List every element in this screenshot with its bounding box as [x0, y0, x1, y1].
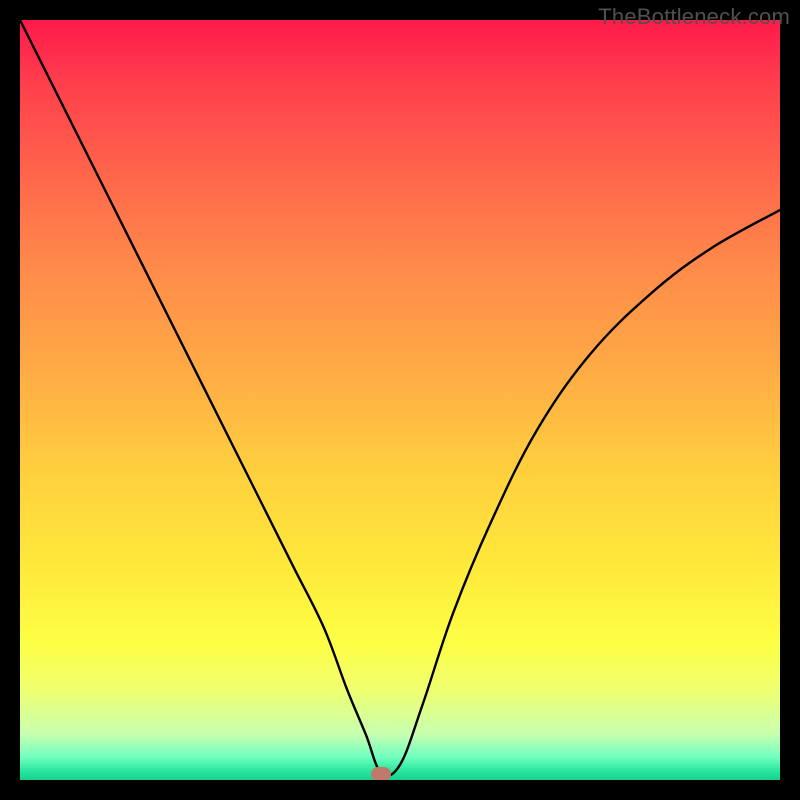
bottleneck-curve: [20, 20, 780, 780]
optimal-point-marker: [371, 767, 391, 780]
plot-area: [20, 20, 780, 780]
watermark-text: TheBottleneck.com: [598, 4, 790, 30]
chart-frame: TheBottleneck.com: [0, 0, 800, 800]
